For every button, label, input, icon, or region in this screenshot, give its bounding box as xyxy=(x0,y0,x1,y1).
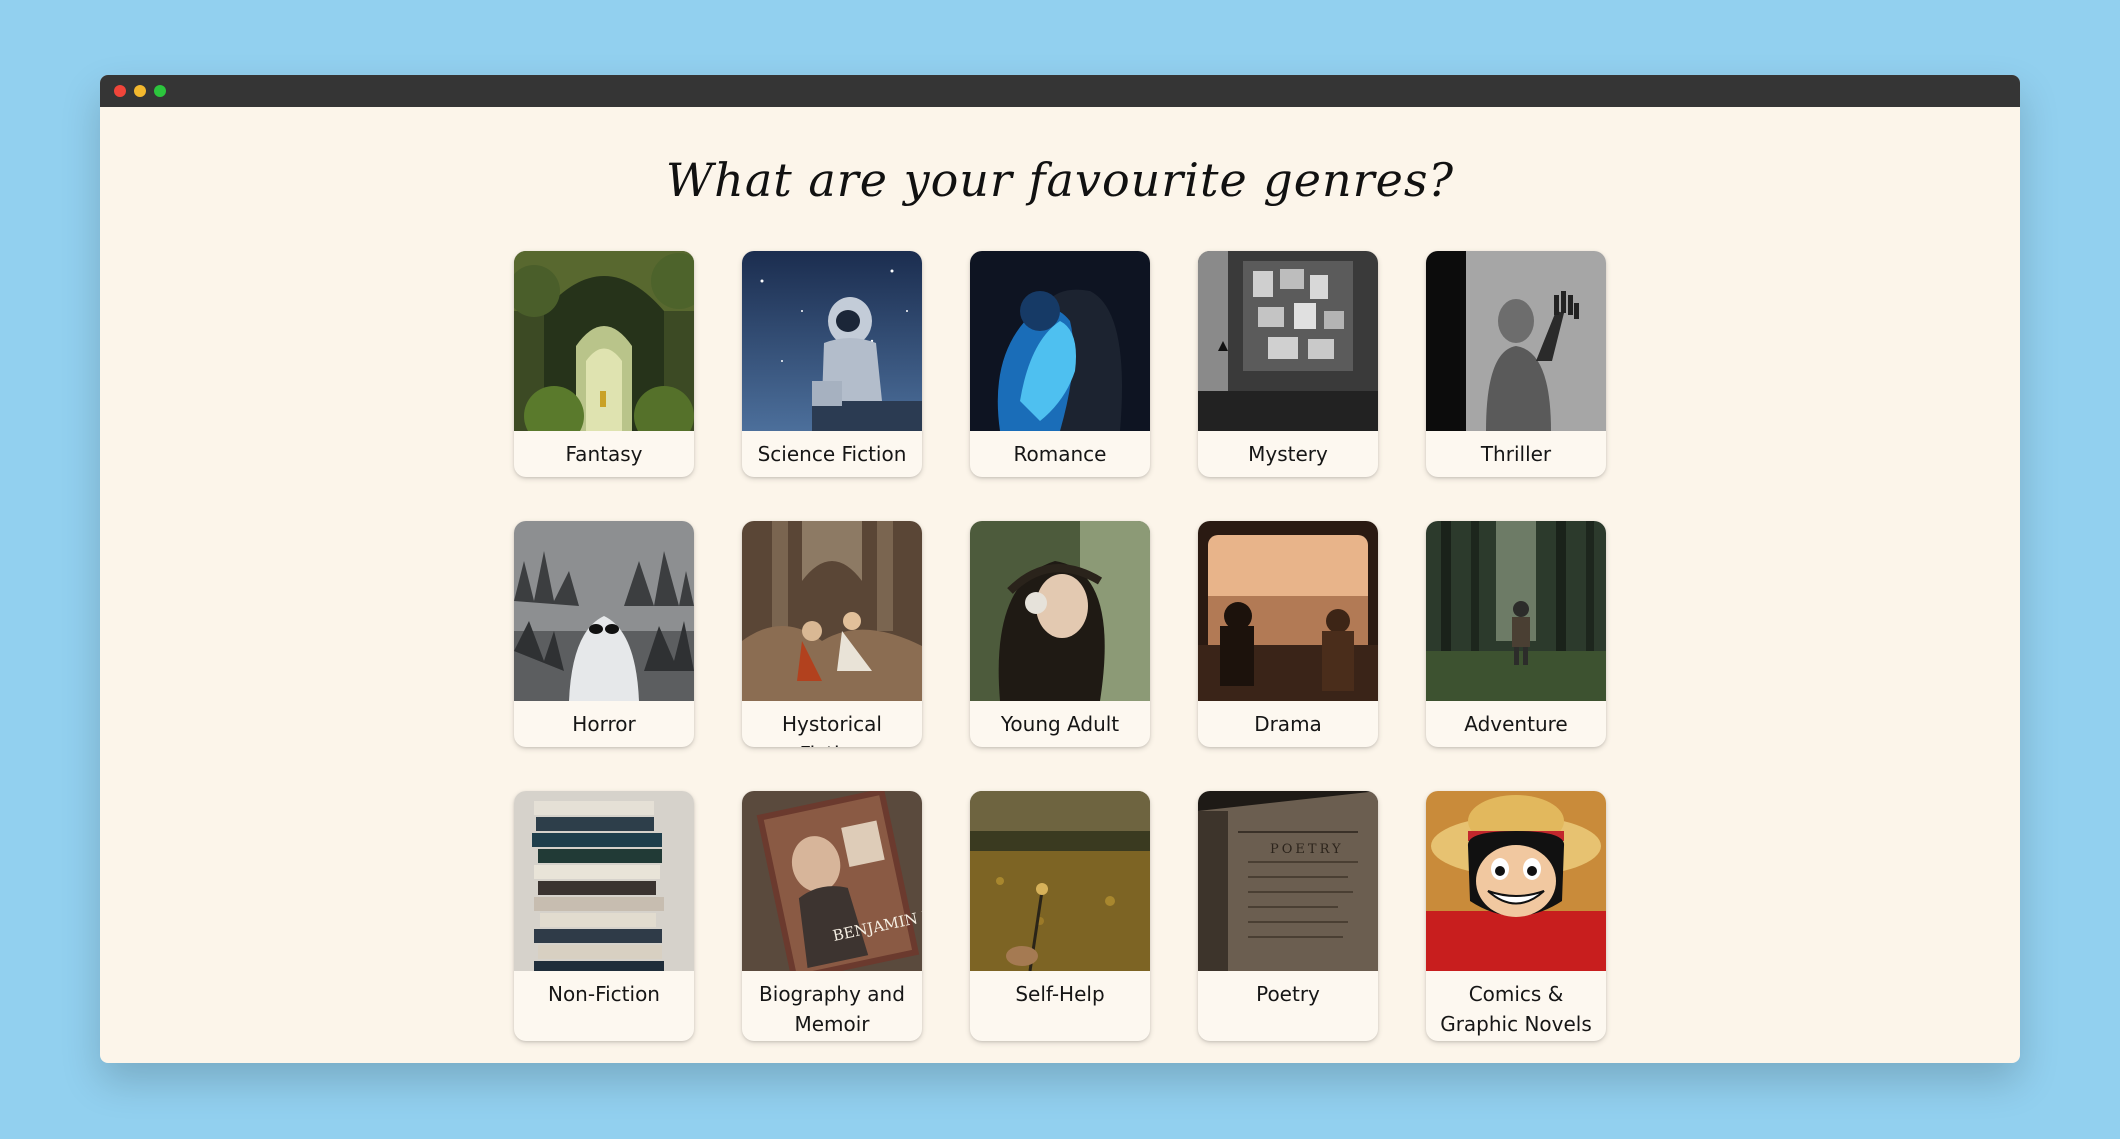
poetry-image: POETRY xyxy=(1198,791,1378,971)
genre-label: Poetry xyxy=(1256,982,1320,1006)
self-help-image xyxy=(970,791,1150,971)
non-fiction-image xyxy=(514,791,694,971)
close-window-button[interactable] xyxy=(114,85,126,97)
genre-card-drama[interactable]: Drama xyxy=(1198,521,1378,747)
genre-card-science-fiction[interactable]: Science Fiction xyxy=(742,251,922,477)
horror-image xyxy=(514,521,694,701)
genre-card-young-adult[interactable]: Young Adult xyxy=(970,521,1150,747)
comics-image xyxy=(1426,791,1606,971)
genre-label: Science Fiction xyxy=(757,442,907,466)
genre-card-fantasy[interactable]: Fantasy xyxy=(514,251,694,477)
genre-label: Adventure xyxy=(1464,712,1568,736)
historical-fiction-image xyxy=(742,521,922,701)
genre-card-mystery[interactable]: Mystery xyxy=(1198,251,1378,477)
genre-label: Comics & Graphic Novels xyxy=(1440,982,1592,1036)
genre-label: Horror xyxy=(572,712,636,736)
genre-card-comics[interactable]: Comics & Graphic Novels xyxy=(1426,791,1606,1041)
genre-label: Fantasy xyxy=(565,442,643,466)
genre-label: Thriller xyxy=(1480,442,1552,466)
genre-card-biography-memoir[interactable]: BENJAMIN FRANKLIN Biography and Memoir xyxy=(742,791,922,1041)
thriller-image xyxy=(1426,251,1606,431)
genre-card-horror[interactable]: Horror xyxy=(514,521,694,747)
minimize-window-button[interactable] xyxy=(134,85,146,97)
genre-card-romance[interactable]: Romance xyxy=(970,251,1150,477)
genre-card-thriller[interactable]: Thriller xyxy=(1426,251,1606,477)
genre-label: Romance xyxy=(1013,442,1107,466)
young-adult-image xyxy=(970,521,1150,701)
fantasy-image xyxy=(514,251,694,431)
mystery-image xyxy=(1198,251,1378,431)
genre-label: Mystery xyxy=(1248,442,1328,466)
genre-card-poetry[interactable]: POETRY Poetry xyxy=(1198,791,1378,1041)
page-heading-text: POETRY xyxy=(1270,842,1344,857)
genre-label: Hystorical Fiction xyxy=(782,712,882,747)
romance-image xyxy=(970,251,1150,431)
window-titlebar xyxy=(100,75,2020,107)
adventure-image xyxy=(1426,521,1606,701)
browser-window: What are your favourite genres? Fantasy … xyxy=(100,75,2020,1063)
genre-card-adventure[interactable]: Adventure xyxy=(1426,521,1606,747)
genre-card-non-fiction[interactable]: Non-Fiction xyxy=(514,791,694,1041)
genre-grid: Fantasy Science Fiction Romance Mystery … xyxy=(514,251,1606,1041)
science-fiction-image xyxy=(742,251,922,431)
genre-label: Non-Fiction xyxy=(547,982,660,1006)
page-title: What are your favourite genres? xyxy=(665,153,1455,207)
genre-label: Drama xyxy=(1254,712,1322,736)
genre-card-historical-fiction[interactable]: Hystorical Fiction xyxy=(742,521,922,747)
drama-image xyxy=(1198,521,1378,701)
maximize-window-button[interactable] xyxy=(154,85,166,97)
genre-label: Self-Help xyxy=(1015,982,1105,1006)
genre-label: Biography and Memoir xyxy=(759,982,905,1036)
genre-label: Young Adult xyxy=(1000,712,1120,736)
genre-card-self-help[interactable]: Self-Help xyxy=(970,791,1150,1041)
biography-image: BENJAMIN FRANKLIN xyxy=(742,791,922,971)
